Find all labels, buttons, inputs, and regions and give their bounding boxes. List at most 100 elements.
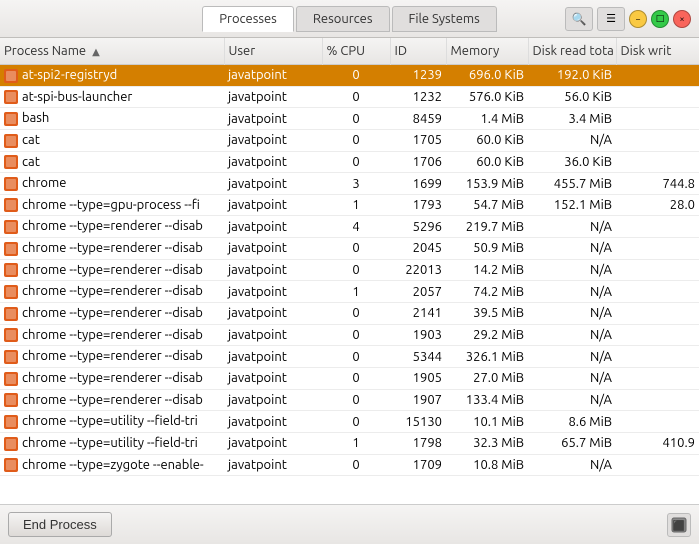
process-icon [4,328,18,342]
process-table: Process Name ▲ User % CPU ID Memory Disk… [0,38,699,476]
cell-user: javatpoint [224,65,322,87]
cell-process-name: chrome --type=utility --field-tri [0,432,224,454]
cell-cpu: 3 [322,173,390,195]
table-row[interactable]: chrome --type=utility --field-trijavatpo… [0,432,699,454]
search-button[interactable]: 🔍 [565,7,593,31]
table-row[interactable]: chromejavatpoint31699153.9 MiB455.7 MiB7… [0,173,699,195]
tab-processes[interactable]: Processes [202,6,294,32]
cell-cpu: 0 [322,411,390,433]
process-icon [4,242,18,256]
tab-filesystems[interactable]: File Systems [392,6,497,32]
close-button[interactable]: × [673,10,691,28]
cell-memory: 74.2 MiB [446,281,528,303]
process-icon [4,112,18,126]
process-table-body: at-spi2-registrydjavatpoint01239696.0 Ki… [0,65,699,476]
end-process-button[interactable]: End Process [8,512,112,537]
table-row[interactable]: chrome --type=zygote --enable-javatpoint… [0,454,699,476]
table-row[interactable]: chrome --type=renderer --disabjavatpoint… [0,281,699,303]
col-header-id[interactable]: ID [390,38,446,65]
cell-id: 1907 [390,389,446,411]
process-icon [4,220,18,234]
table-row[interactable]: chrome --type=renderer --disabjavatpoint… [0,216,699,238]
cell-id: 1709 [390,454,446,476]
process-icon [4,177,18,191]
cell-id: 1798 [390,432,446,454]
cell-id: 1232 [390,86,446,108]
cell-diskwrite [616,454,699,476]
cell-process-name: chrome --type=renderer --disab [0,346,224,368]
process-table-wrapper: Process Name ▲ User % CPU ID Memory Disk… [0,38,699,504]
cell-id: 1705 [390,129,446,151]
col-header-memory[interactable]: Memory [446,38,528,65]
cell-cpu: 0 [322,346,390,368]
menu-button[interactable]: ☰ [597,7,625,31]
table-row[interactable]: chrome --type=utility --field-trijavatpo… [0,411,699,433]
col-header-diskwrite[interactable]: Disk writ [616,38,699,65]
cell-diskread: N/A [528,238,616,260]
cell-id: 2045 [390,238,446,260]
table-row[interactable]: chrome --type=renderer --disabjavatpoint… [0,389,699,411]
cell-diskwrite [616,346,699,368]
cell-process-name: chrome --type=renderer --disab [0,324,224,346]
cell-user: javatpoint [224,259,322,281]
cell-diskread: 192.0 KiB [528,65,616,87]
cell-process-name: chrome --type=renderer --disab [0,238,224,260]
table-row[interactable]: at-spi2-registrydjavatpoint01239696.0 Ki… [0,65,699,87]
table-row[interactable]: chrome --type=renderer --disabjavatpoint… [0,238,699,260]
cell-id: 2141 [390,303,446,325]
cell-process-name: chrome [0,173,224,195]
table-header-row: Process Name ▲ User % CPU ID Memory Disk… [0,38,699,65]
cell-diskread: N/A [528,324,616,346]
maximize-button[interactable]: □ [651,10,669,28]
cell-cpu: 0 [322,86,390,108]
col-header-name[interactable]: Process Name ▲ [0,38,224,65]
cell-process-name: chrome --type=renderer --disab [0,216,224,238]
tab-resources[interactable]: Resources [296,6,390,32]
table-row[interactable]: bashjavatpoint084591.4 MiB3.4 MiB [0,108,699,130]
table-row[interactable]: chrome --type=renderer --disabjavatpoint… [0,346,699,368]
cell-memory: 32.3 MiB [446,432,528,454]
cell-cpu: 1 [322,281,390,303]
cell-diskread: N/A [528,129,616,151]
process-icon [4,350,18,364]
cell-user: javatpoint [224,194,322,216]
table-row[interactable]: catjavatpoint0170560.0 KiBN/A [0,129,699,151]
cell-process-name: chrome --type=renderer --disab [0,259,224,281]
info-button[interactable]: ⬛ [667,513,691,537]
cell-cpu: 0 [322,151,390,173]
cell-cpu: 0 [322,259,390,281]
col-header-diskread[interactable]: Disk read tota [528,38,616,65]
cell-diskread: N/A [528,454,616,476]
cell-cpu: 1 [322,194,390,216]
svg-text:⬛: ⬛ [673,519,685,532]
minimize-button[interactable]: − [629,10,647,28]
table-row[interactable]: chrome --type=renderer --disabjavatpoint… [0,303,699,325]
table-row[interactable]: chrome --type=renderer --disabjavatpoint… [0,367,699,389]
cell-memory: 39.5 MiB [446,303,528,325]
cell-process-name: chrome --type=renderer --disab [0,303,224,325]
cell-diskwrite: 410.9 [616,432,699,454]
table-row[interactable]: at-spi-bus-launcherjavatpoint01232576.0 … [0,86,699,108]
cell-user: javatpoint [224,454,322,476]
cell-process-name: bash [0,108,224,130]
table-row[interactable]: chrome --type=gpu-process --fijavatpoint… [0,194,699,216]
cell-process-name: cat [0,151,224,173]
cell-id: 1793 [390,194,446,216]
process-icon [4,134,18,148]
table-row[interactable]: catjavatpoint0170660.0 KiB36.0 KiB [0,151,699,173]
cell-process-name: chrome --type=gpu-process --fi [0,194,224,216]
cell-memory: 10.8 MiB [446,454,528,476]
table-row[interactable]: chrome --type=renderer --disabjavatpoint… [0,324,699,346]
cell-user: javatpoint [224,346,322,368]
col-header-user[interactable]: User [224,38,322,65]
tab-bar: Processes Resources File Systems [202,6,496,32]
cell-memory: 14.2 MiB [446,259,528,281]
cell-cpu: 0 [322,108,390,130]
cell-memory: 50.9 MiB [446,238,528,260]
process-icon [4,307,18,321]
cell-user: javatpoint [224,389,322,411]
table-row[interactable]: chrome --type=renderer --disabjavatpoint… [0,259,699,281]
col-header-cpu[interactable]: % CPU [322,38,390,65]
cell-id: 15130 [390,411,446,433]
cell-user: javatpoint [224,324,322,346]
